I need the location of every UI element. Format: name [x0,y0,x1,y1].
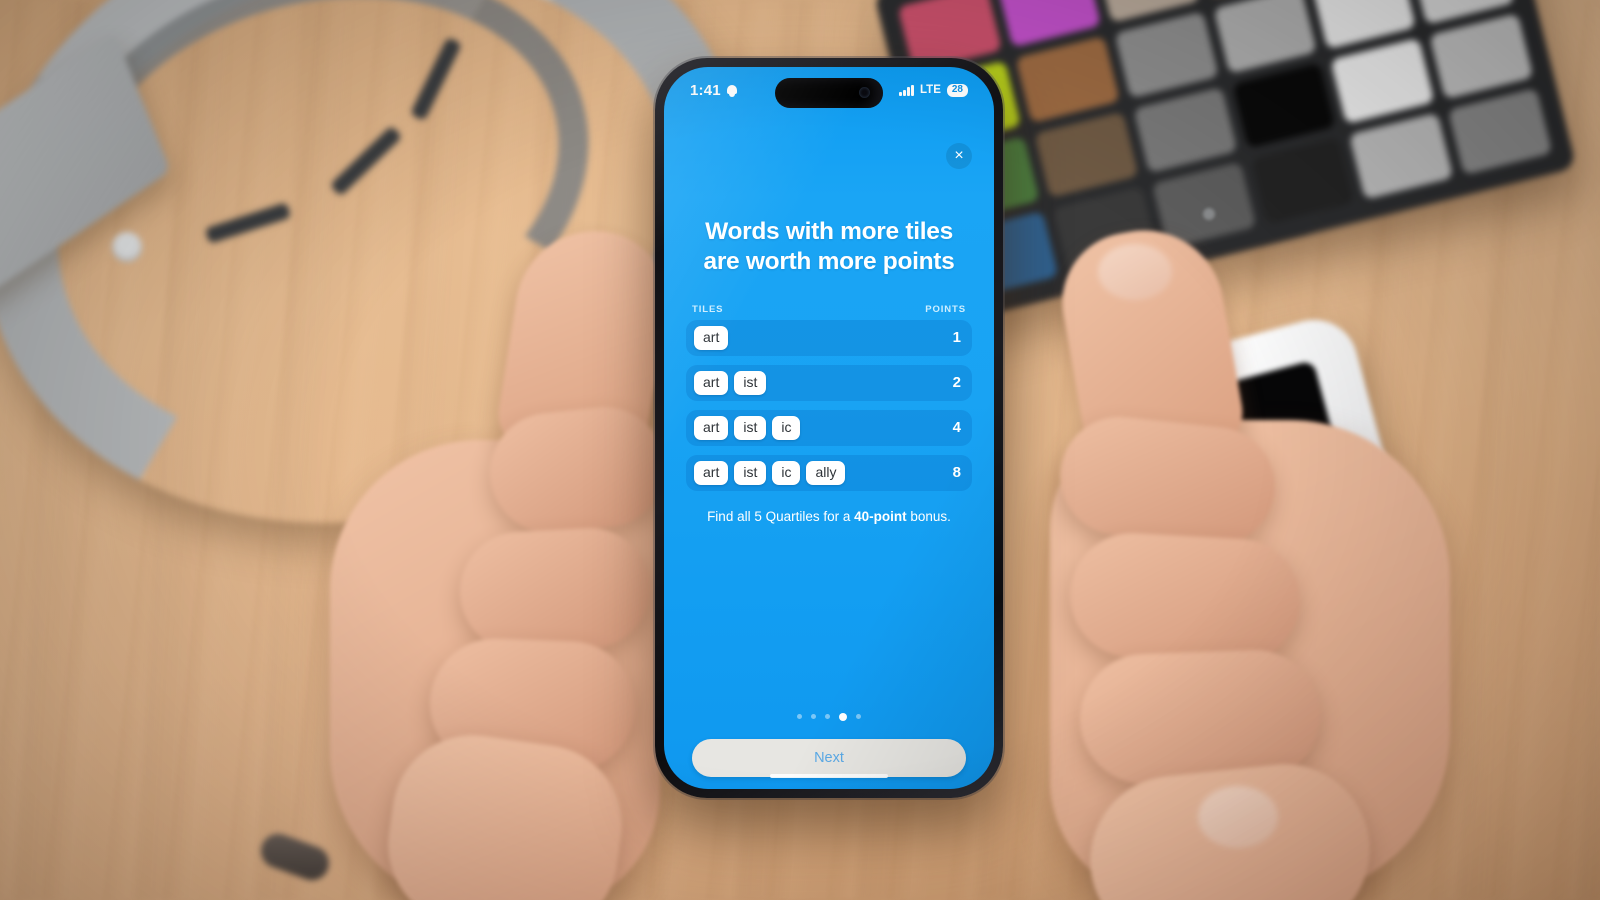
tile-group: art ist [694,371,767,395]
battery-indicator: 28 [946,83,968,97]
bonus-prefix: Find all 5 Quartiles for a [707,508,855,524]
word-tile: ist [734,371,767,395]
color-swatch [1429,12,1534,100]
table-row: art 1 [686,319,972,356]
column-header-tiles: TILES [692,303,724,315]
page-dot-active[interactable] [839,712,847,721]
word-tile: art [694,416,729,440]
bonus-suffix: bonus. [906,508,951,524]
headphone-hinge-dot [112,232,142,262]
headline-line-2: are worth more points [703,248,955,276]
color-swatch [1448,88,1553,175]
color-swatch [1212,0,1318,74]
color-swatch [1034,111,1139,199]
bonus-value: 40-point [854,508,907,524]
right-ring-finger [1066,530,1304,666]
next-button[interactable]: Next [692,739,966,777]
right-thumb-nail [1198,786,1278,848]
phone-screen[interactable]: 1:41 LTE 28 × Words with more tiles are … [664,67,994,789]
page-indicator[interactable] [664,712,994,721]
status-bar-left: 1:41 [690,82,738,99]
table-row: art ist ic ally 8 [686,454,972,491]
scene-photo: 1:41 LTE 28 × Words with more tiles are … [0,0,1600,900]
home-indicator[interactable] [770,774,888,778]
points-value: 2 [952,374,961,392]
word-tile: art [694,461,729,485]
word-tile: art [694,371,729,395]
word-tile: ic [772,416,801,440]
headline-line-1: Words with more tiles [705,218,953,245]
bell-silent-icon [726,84,738,97]
table-row: art ist 2 [686,364,972,401]
network-label: LTE [920,84,941,96]
tile-group: art ist ic [694,416,801,440]
word-tile: ist [734,416,767,440]
color-swatch [1231,62,1336,149]
color-swatch [1330,37,1435,125]
scoring-table: art 1 art ist 2 art ist ic 4 art ist ic ally 8 [686,319,972,491]
color-swatch [1250,137,1355,225]
word-tile: ist [734,461,767,485]
tile-group: art [694,326,729,350]
color-swatch [1349,112,1454,200]
status-bar-right: LTE 28 [899,83,968,97]
column-headers: TILES POINTS [692,304,966,315]
right-index-nail [1098,244,1172,300]
cellular-signal-icon [899,84,914,96]
status-bar-time: 1:41 [690,81,721,99]
color-checker-screw [1203,208,1215,220]
color-swatch [1015,35,1120,123]
page-dot[interactable] [856,714,861,719]
page-dot[interactable] [825,714,830,719]
color-swatch [1114,11,1219,98]
points-value: 8 [952,464,961,482]
iphone-device: 1:41 LTE 28 × Words with more tiles are … [655,58,1003,798]
word-tile: ic [772,461,801,485]
color-swatch [1132,86,1238,174]
column-header-points: POINTS [925,303,966,315]
points-value: 1 [952,329,961,347]
page-title: Words with more tiles are worth more poi… [690,217,968,278]
left-ring-finger [456,525,654,655]
page-dot[interactable] [797,714,802,719]
points-value: 4 [952,419,961,437]
tile-group: art ist ic ally [694,461,846,485]
skip-tutorial-button[interactable]: Skip Tutorial [664,787,994,789]
dynamic-island [775,78,883,108]
word-tile: art [694,326,729,350]
table-row: art ist ic 4 [686,409,972,446]
right-hand [940,217,1460,900]
tutorial-content: Words with more tiles are worth more poi… [664,217,994,525]
close-icon[interactable]: × [946,143,972,169]
word-tile: ally [806,461,846,485]
bonus-note: Find all 5 Quartiles for a 40-point bonu… [686,508,972,526]
page-dot[interactable] [811,714,816,719]
